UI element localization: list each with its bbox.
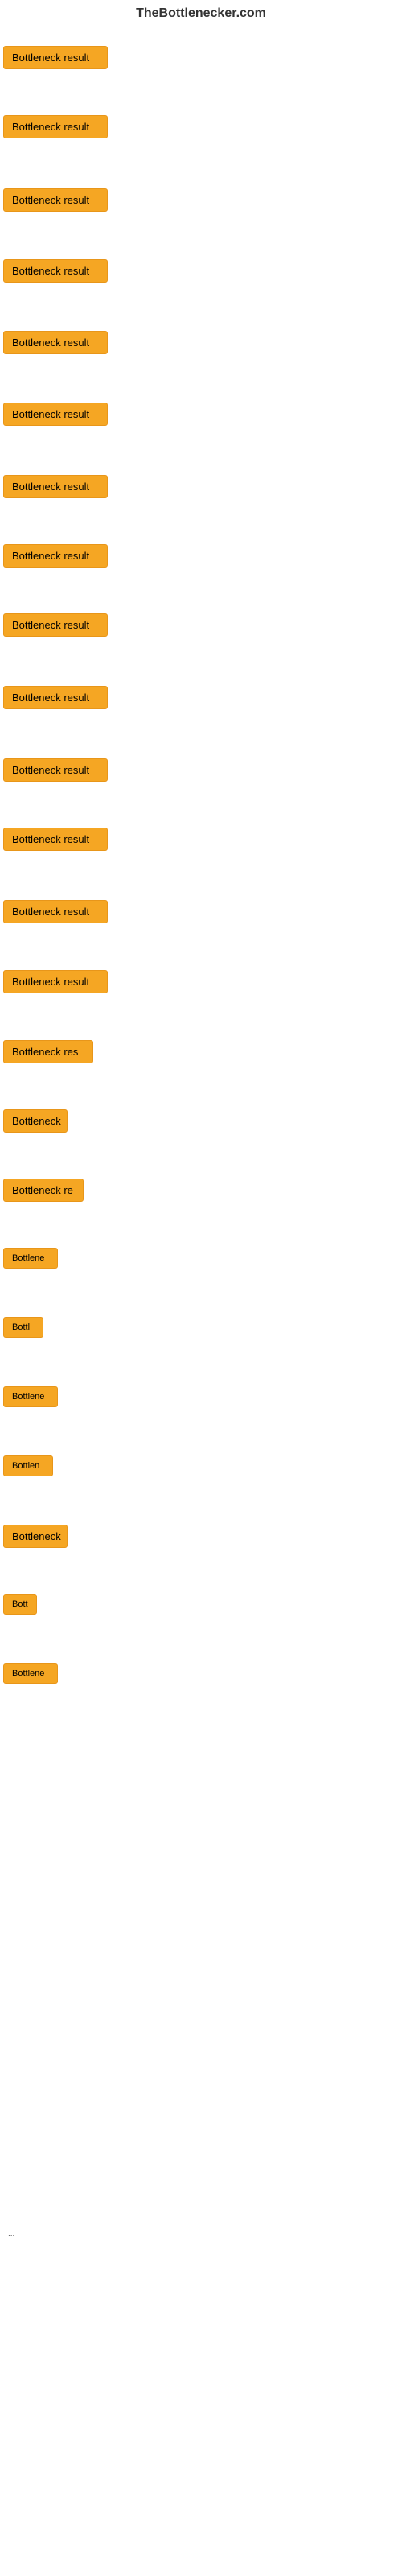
- bottleneck-result-item[interactable]: Bottleneck: [3, 1525, 68, 1548]
- bottleneck-result-item[interactable]: Bottleneck result: [3, 686, 108, 709]
- bottleneck-result-item[interactable]: Bottleneck result: [3, 402, 108, 426]
- footer-dots: ...: [4, 2222, 18, 2247]
- bottleneck-result-item[interactable]: Bottleneck result: [3, 970, 108, 993]
- bottleneck-result-item[interactable]: Bottleneck re: [3, 1179, 84, 1202]
- bottleneck-result-item[interactable]: Bottleneck result: [3, 331, 108, 354]
- bottleneck-result-item[interactable]: Bottleneck result: [3, 188, 108, 212]
- bottleneck-result-item[interactable]: Bottleneck result: [3, 475, 108, 498]
- bottleneck-result-item[interactable]: Bottleneck result: [3, 46, 108, 69]
- bottleneck-result-item[interactable]: Bottlene: [3, 1248, 58, 1269]
- bottleneck-result-item[interactable]: Bottleneck result: [3, 900, 108, 923]
- bottleneck-result-item[interactable]: Bottleneck: [3, 1109, 68, 1133]
- bottleneck-result-item[interactable]: Bottleneck result: [3, 613, 108, 637]
- bottleneck-result-item[interactable]: Bottl: [3, 1317, 43, 1338]
- bottleneck-result-item[interactable]: Bottleneck result: [3, 115, 108, 138]
- bottleneck-result-item[interactable]: Bottleneck result: [3, 544, 108, 568]
- bottleneck-result-item[interactable]: Bottleneck result: [3, 259, 108, 283]
- bottleneck-result-item[interactable]: Bottleneck result: [3, 758, 108, 782]
- bottleneck-result-item[interactable]: Bott: [3, 1594, 37, 1615]
- bottleneck-result-item[interactable]: Bottleneck result: [3, 828, 108, 851]
- bottleneck-result-item[interactable]: Bottleneck res: [3, 1040, 93, 1063]
- bottleneck-result-item[interactable]: Bottlen: [3, 1455, 53, 1476]
- site-title: TheBottlenecker.com: [0, 0, 402, 24]
- bottleneck-result-item[interactable]: Bottlene: [3, 1663, 58, 1684]
- bottleneck-result-item[interactable]: Bottlene: [3, 1386, 58, 1407]
